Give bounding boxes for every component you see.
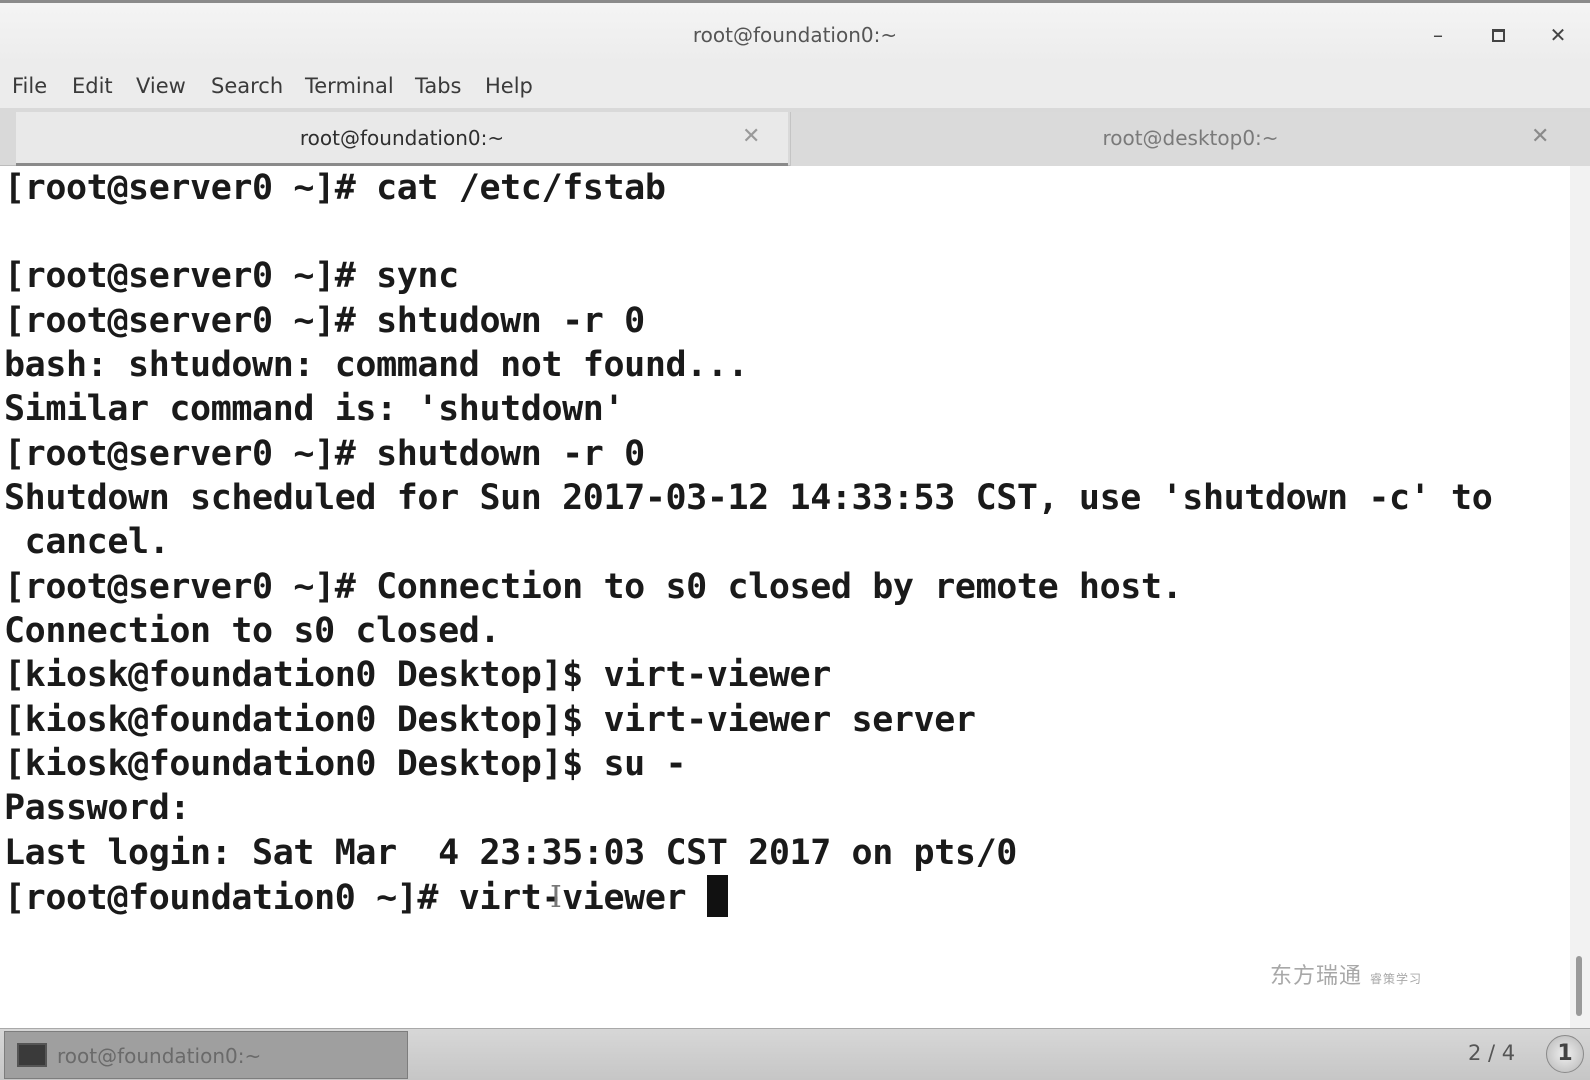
menu-bar: File Edit View Search Terminal Tabs Help	[0, 64, 1590, 108]
terminal-line: Password:	[4, 788, 191, 828]
menu-search[interactable]: Search	[211, 74, 283, 98]
menu-tabs[interactable]: Tabs	[415, 74, 462, 98]
terminal-line: [kiosk@foundation0 Desktop]$ virt-viewer	[4, 655, 831, 695]
menu-view[interactable]: View	[136, 74, 186, 98]
current-command: [root@foundation0 ~]# virt-viewer	[4, 878, 707, 918]
terminal-line: [root@server0 ~]# shutdown -r 0	[4, 434, 645, 474]
terminal-line: [root@server0 ~]# cat /etc/fstab	[4, 168, 666, 208]
tab-bar: root@foundation0:~ ✕ root@desktop0:~ ✕	[0, 108, 1590, 166]
terminal-prompt-line: [root@foundation0 ~]# virt-viewer	[4, 875, 728, 920]
taskbar-window-button[interactable]: root@foundation0:~	[4, 1031, 408, 1079]
taskbar-window-label: root@foundation0:~	[57, 1044, 262, 1068]
terminal-line: [root@server0 ~]# Connection to s0 close…	[4, 567, 1183, 607]
terminal-icon	[17, 1043, 47, 1067]
watermark-subtext: 睿策学习	[1370, 972, 1423, 986]
terminal-line: cancel.	[4, 522, 170, 562]
terminal-output[interactable]: [root@server0 ~]# cat /etc/fstab [root@s…	[0, 166, 1570, 1028]
menu-help[interactable]: Help	[485, 74, 533, 98]
terminal-line: Last login: Sat Mar 4 23:35:03 CST 2017 …	[4, 833, 1017, 873]
maximize-button[interactable]	[1484, 21, 1512, 49]
terminal-line: [root@server0 ~]# sync	[4, 256, 459, 296]
tab-label: root@desktop0:~	[1102, 126, 1279, 150]
text-cursor	[706, 875, 728, 917]
tab-root-desktop0[interactable]: root@desktop0:~ ✕	[790, 112, 1590, 166]
scrollbar-thumb[interactable]	[1576, 956, 1582, 1016]
terminal-line: Connection to s0 closed.	[4, 611, 501, 651]
tab-root-foundation0[interactable]: root@foundation0:~ ✕	[16, 112, 788, 166]
tab-close-icon[interactable]: ✕	[742, 124, 760, 149]
window-titlebar[interactable]: root@foundation0:~ – ✕	[0, 0, 1590, 64]
menu-terminal[interactable]: Terminal	[305, 74, 394, 98]
menu-edit[interactable]: Edit	[72, 74, 113, 98]
window-title: root@foundation0:~	[692, 23, 898, 47]
menu-file[interactable]: File	[12, 74, 47, 98]
close-window-button[interactable]: ✕	[1544, 21, 1572, 49]
notification-badge[interactable]: 1	[1546, 1035, 1584, 1073]
terminal-line: bash: shtudown: command not found...	[4, 345, 749, 385]
watermark-logo: 东方瑞通 睿策学习	[1270, 958, 1422, 990]
watermark-text: 东方瑞通	[1270, 964, 1363, 989]
terminal-line: [kiosk@foundation0 Desktop]$ virt-viewer…	[4, 700, 976, 740]
workspace-indicator[interactable]: 2 / 4	[1468, 1041, 1515, 1065]
terminal-line: Shutdown scheduled for Sun 2017-03-12 14…	[4, 478, 1493, 518]
terminal-line: Similar command is: 'shutdown'	[4, 389, 625, 429]
tab-label: root@foundation0:~	[299, 126, 505, 150]
tab-close-icon[interactable]: ✕	[1531, 124, 1549, 149]
maximize-icon	[1491, 29, 1505, 42]
terminal-line: [root@server0 ~]# shtudown -r 0	[4, 301, 645, 341]
terminal-line: [kiosk@foundation0 Desktop]$ su -	[4, 744, 687, 784]
mouse-ibeam-icon: I	[550, 880, 562, 915]
minimize-button[interactable]: –	[1424, 21, 1452, 49]
taskbar: root@foundation0:~ 2 / 4 1	[0, 1028, 1590, 1080]
terminal-scrollbar[interactable]	[1570, 166, 1590, 1028]
